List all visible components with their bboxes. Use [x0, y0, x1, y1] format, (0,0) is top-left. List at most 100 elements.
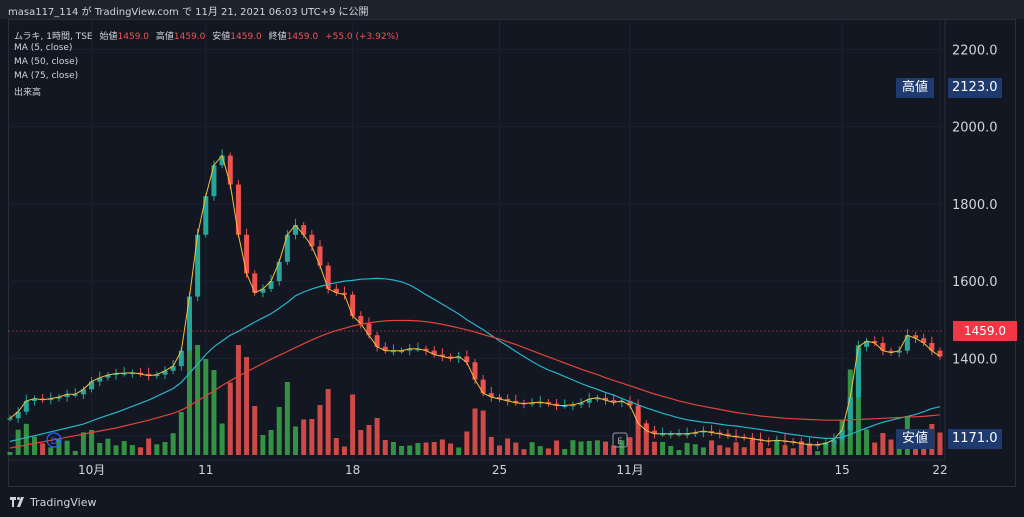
legend-open-label: 始値	[99, 32, 118, 42]
volume-bar	[700, 447, 706, 455]
volume-bar	[758, 442, 764, 455]
y-axis: 2200.02000.01800.01600.01400.01200.0	[952, 43, 998, 444]
footer: TradingView	[0, 487, 1024, 517]
candle-body	[7, 418, 13, 420]
volume-bar	[7, 452, 13, 455]
volume-bar	[170, 433, 176, 455]
volume-bar	[276, 407, 282, 455]
y-tick-label: 2000.0	[952, 121, 998, 136]
volume-bar	[211, 370, 217, 455]
volume-bar	[790, 448, 796, 455]
volume-bar	[64, 440, 70, 455]
earnings-marker[interactable]: E	[612, 432, 628, 448]
volume-bar	[456, 447, 462, 455]
volume-bar	[260, 435, 266, 455]
candle-body	[235, 184, 241, 235]
volume-bar	[766, 448, 772, 455]
volume-bar	[594, 440, 600, 455]
ma-line-1	[9, 154, 941, 446]
volume-bar	[684, 443, 690, 455]
x-tick-label: 11月	[616, 463, 643, 477]
footer-brand: TradingView	[30, 496, 97, 509]
volume-bar	[937, 432, 943, 455]
volume-bar	[121, 441, 127, 455]
volume-bar	[341, 446, 347, 455]
legend-ma75[interactable]: MA (75, close)	[14, 71, 78, 81]
volume-bar	[80, 432, 86, 455]
x-tick-label: 18	[345, 463, 360, 477]
volume-bar	[333, 438, 339, 455]
volume-bar	[268, 430, 274, 455]
x-tick-label: 25	[492, 463, 507, 477]
candle-body	[635, 405, 641, 424]
legend-open: 1459.0	[117, 32, 150, 42]
earnings-marker-label: E	[617, 437, 623, 447]
volume-bar	[668, 446, 674, 455]
volume-bar	[529, 442, 535, 455]
candle-body	[203, 196, 209, 235]
x-tick-label: 11	[198, 463, 213, 477]
volume-bar	[496, 445, 502, 455]
volume-bar	[423, 442, 429, 455]
volume-bar	[864, 429, 870, 455]
volume-bar	[89, 430, 95, 455]
y-tick-label: 2200.0	[952, 43, 998, 58]
volume-bar	[815, 451, 821, 455]
high-tag-label: 高値	[896, 78, 935, 98]
volume-bar	[513, 442, 519, 455]
volume-bar	[113, 445, 119, 455]
volume-bar	[725, 447, 731, 455]
volume-bar	[888, 439, 894, 455]
volume-bar	[880, 433, 886, 455]
volume-bar	[562, 449, 568, 455]
volume-bar	[350, 394, 356, 455]
volume-bar	[219, 423, 225, 455]
volume-bar	[252, 406, 258, 455]
volume-bar	[570, 440, 576, 455]
candle-body	[244, 234, 250, 274]
volume-bar	[709, 440, 715, 455]
volume-bar	[31, 436, 37, 455]
volume-bar	[741, 447, 747, 455]
volume-bar	[203, 359, 209, 455]
volume-bar	[651, 441, 657, 455]
y-tick-label: 1600.0	[952, 275, 998, 290]
volume-bar	[129, 445, 135, 455]
legend-high: 1459.0	[173, 32, 206, 42]
volume-bar	[480, 410, 486, 455]
volume-bar	[415, 443, 421, 455]
price-chart[interactable]: 2200.02000.01800.01600.01400.01200.0 10月…	[0, 0, 1024, 517]
volume-bar	[407, 445, 413, 455]
volume-bar	[284, 382, 290, 455]
volume-bar	[676, 450, 682, 455]
legend-change: +55.0 (+3.92%)	[325, 32, 399, 42]
low-tag-label: 安値	[896, 429, 935, 449]
x-axis: 10月 11 18 25 11月 15 22	[78, 463, 948, 477]
moving-averages	[9, 154, 941, 449]
legend-volume[interactable]: 出来高	[14, 85, 41, 98]
volume-bar	[399, 446, 405, 455]
x-tick-label: 15	[834, 463, 849, 477]
volume-bar	[627, 437, 633, 455]
volume-bar	[448, 443, 454, 455]
legend-ma50[interactable]: MA (50, close)	[14, 57, 78, 67]
last-price-tag: 1459.0	[953, 321, 1017, 341]
candle-body	[855, 346, 861, 398]
legend-low-label: 安値	[212, 32, 231, 42]
volume-bar	[872, 442, 878, 455]
volume-bar	[235, 345, 241, 455]
volume-bar	[431, 442, 437, 455]
volume-bar	[227, 382, 233, 455]
dividend-marker-label: D	[51, 437, 58, 447]
legend-close-label: 終値	[268, 32, 287, 42]
tradingview-logo-icon	[10, 497, 24, 507]
volume-bar	[603, 441, 609, 455]
legend-ma5[interactable]: MA (5, close)	[14, 43, 72, 53]
legend-close: 1459.0	[286, 32, 319, 42]
volume-bar	[154, 444, 160, 455]
candles	[7, 149, 943, 450]
x-tick-label: 22	[932, 463, 947, 477]
volume-bar	[586, 441, 592, 455]
legend-high-label: 高値	[155, 32, 174, 42]
volume-bar	[782, 445, 788, 455]
